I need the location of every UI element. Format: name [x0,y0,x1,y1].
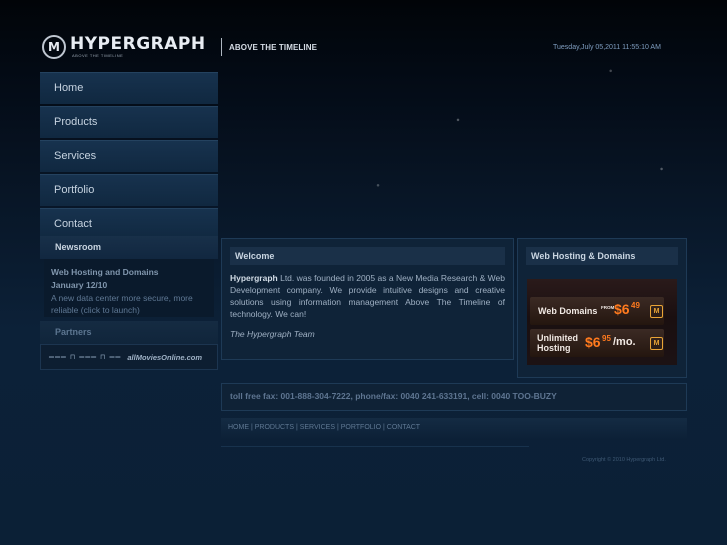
site-logo[interactable]: M HYPERGRAPH ABOVE THE TIMELINE [42,34,206,60]
news-date: January 12/10 [51,280,108,290]
footer-link-contact[interactable]: CONTACT [387,424,420,431]
footer-link-products[interactable]: PRODUCTS [255,424,294,431]
welcome-text: Hypergraph Ltd. was founded in 2005 as a… [230,272,505,320]
footer-divider [221,446,529,447]
ad-hosting-cents: 95 [602,334,611,343]
footer-link-portfolio[interactable]: PORTFOLIO [341,424,381,431]
copyright-text: Copyright © 2010 Hypergraph Ltd. [582,457,666,463]
welcome-company-name: Hypergraph [230,273,278,283]
partner-logo-1[interactable]: ═══ ⊓ ═══ ⊓ ══ [49,353,121,361]
nav-item-services[interactable]: Services [40,140,218,172]
hosting-ad-banner[interactable]: Web Domains FROM $6 49 M Unlimited Hosti… [527,279,677,365]
ad-hosting-price: $6 [585,334,601,350]
ad-domains-label: Web Domains [538,306,598,316]
nav-item-home[interactable]: Home [40,72,218,104]
newsroom-heading: Newsroom [40,236,218,259]
partners-heading: Partners [40,321,218,344]
footer-nav: HOME | PRODUCTS | SERVICES | PORTFOLIO |… [221,418,687,440]
current-datetime: Tuesday,July 05,2011 11:55:10 AM [553,44,661,51]
ad-domains-price: $6 [614,301,630,317]
nav-item-portfolio[interactable]: Portfolio [40,174,218,206]
ad-hosting-per: /mo. [613,336,636,348]
footer-link-home[interactable]: HOME [228,424,249,431]
news-text[interactable]: A new data center more secure, more reli… [51,292,207,316]
logo-subtext: ABOVE THE TIMELINE [72,53,124,58]
main-nav: Home Products Services Portfolio Contact [40,72,218,242]
ad-domains-from: FROM [601,305,615,310]
hosting-heading: Web Hosting & Domains [526,247,678,265]
ad-domains-cents: 49 [631,301,640,310]
sidebar-boxes: Newsroom Web Hosting and Domains January… [40,236,218,370]
news-title[interactable]: Web Hosting and Domains [51,266,207,278]
contact-info: toll free fax: 001-888-304-7222, phone/f… [221,383,687,411]
header-tagline: ABOVE THE TIMELINE [229,43,318,52]
ad-logo-icon: M [650,305,663,318]
welcome-heading: Welcome [230,247,505,265]
ad-row-domains: Web Domains FROM $6 49 M [530,297,664,325]
ad-hosting-label-2: Hosting [537,343,571,353]
footer-link-services[interactable]: SERVICES [300,424,335,431]
welcome-panel: Welcome Hypergraph Ltd. was founded in 2… [221,238,514,360]
ad-row-hosting: Unlimited Hosting $6 95 /mo. M [530,329,664,357]
news-item[interactable]: Web Hosting and Domains January 12/10 A … [44,259,214,317]
partners-logos: ═══ ⊓ ═══ ⊓ ══ allMoviesOnline.com [40,344,218,370]
ad-hosting-label-1: Unlimited [537,333,579,343]
ad-logo-icon: M [650,337,663,350]
header-divider [221,38,222,56]
nav-item-products[interactable]: Products [40,106,218,138]
hypergraph-logo-icon: M [42,35,66,59]
welcome-signature: The Hypergraph Team [230,329,315,339]
logo-text: HYPERGRAPH [70,34,206,54]
partner-logo-allmoviesonline[interactable]: allMoviesOnline.com [127,353,202,362]
hosting-panel: Web Hosting & Domains Web Domains FROM $… [517,238,687,378]
